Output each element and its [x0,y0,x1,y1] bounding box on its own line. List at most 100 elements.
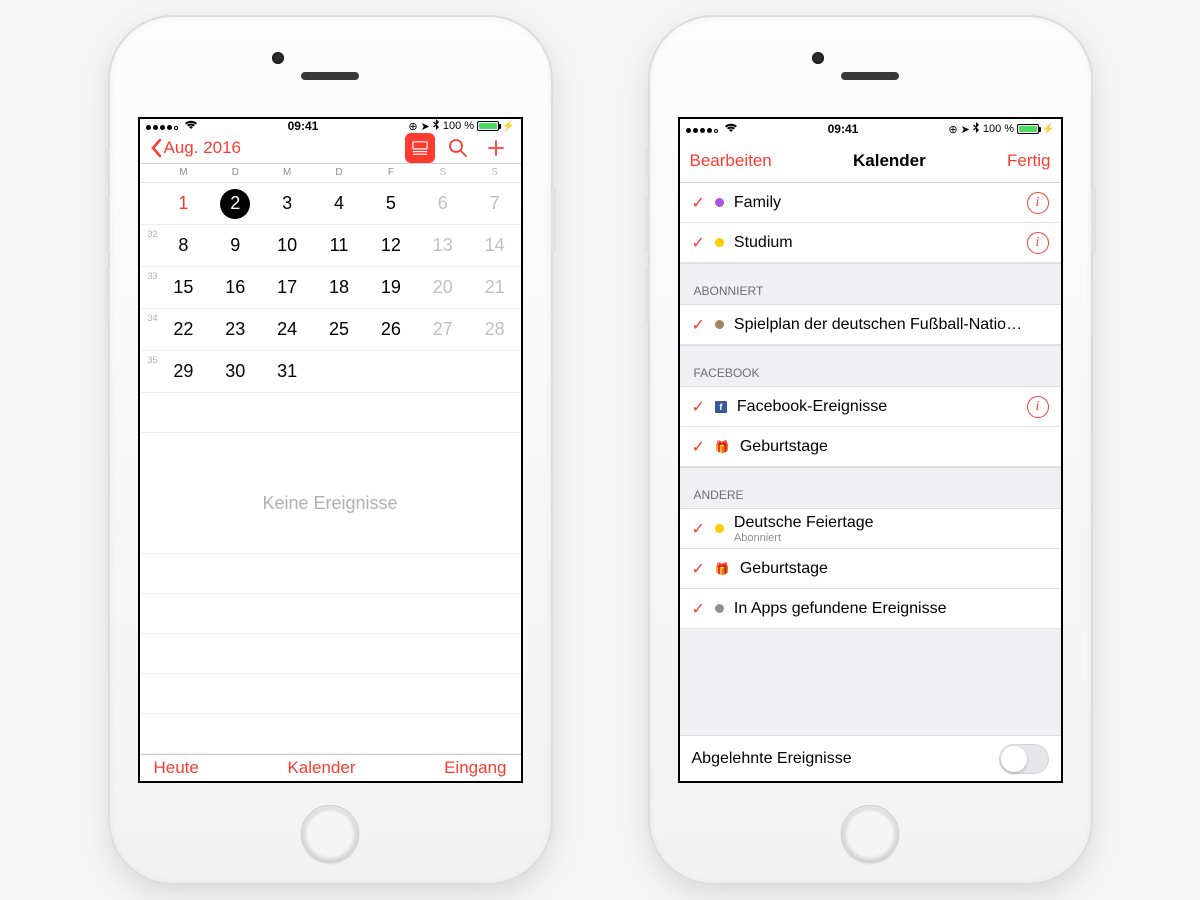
weekday-label: D [313,167,365,178]
calendar-row[interactable]: ✓In Apps gefundene Ereignisse [680,589,1061,629]
calendar-row[interactable]: ✓ Spielplan der deutschen Fußball-Natio… [680,305,1061,345]
calendar-row[interactable]: ✓fFacebook-Ereignissei [680,387,1061,427]
done-button[interactable]: Fertig [1007,151,1050,171]
phone-calendar-list: 09:41 ⊕ ➤ 100 % ⚡ Bearbeiten Kalender Fe… [648,15,1093,885]
weekday-label: M [261,167,313,178]
day-cell[interactable]: 5 [365,193,417,214]
calendar-row[interactable]: ✓Studiumi [680,223,1061,263]
calendar-name: Family [734,194,1017,212]
day-cell[interactable]: 16 [209,277,261,298]
calendar-color-dot [715,524,724,533]
day-cell[interactable]: 3 [261,193,313,214]
weekday-label: D [209,167,261,178]
wifi-icon [724,122,738,136]
day-cell[interactable]: 23 [209,319,261,340]
weekday-label: S [469,167,521,178]
weekday-label: M [158,167,210,178]
facebook-icon: f [715,401,727,413]
week-row: 22232425262728 [140,309,521,351]
day-cell[interactable]: 7 [469,193,521,214]
view-toggle-button[interactable] [405,133,435,163]
week-number: 32 [142,229,158,239]
day-cell[interactable]: 13 [417,235,469,256]
calendar-row[interactable]: ✓Deutsche FeiertageAbonniert [680,509,1061,549]
calendar-color-dot [715,238,724,247]
status-time: 09:41 [738,122,949,136]
declined-events-label: Abgelehnte Ereignisse [692,750,852,768]
week-row: 1234567 [140,183,521,225]
navbar-calendars: Bearbeiten Kalender Fertig [680,139,1061,183]
info-button[interactable]: i [1027,192,1049,214]
day-cell[interactable]: 9 [209,235,261,256]
battery-pct: 100 % [983,123,1014,135]
calendar-color-dot [715,198,724,207]
calendar-subtitle: Abonniert [734,532,1049,544]
chevron-left-icon [150,138,162,158]
calendar-row[interactable]: ✓Familyi [680,183,1061,223]
today-button[interactable]: Heute [154,758,199,778]
calendar-name: Spielplan der deutschen Fußball-Natio… [734,316,1049,334]
day-cell[interactable]: 14 [469,235,521,256]
day-cell[interactable]: 24 [261,319,313,340]
day-cell[interactable]: 2 [209,189,261,219]
weekday-header: MDMDFSS [140,164,521,183]
bottom-toolbar: Heute Kalender Eingang [140,754,521,781]
calendars-button[interactable]: Kalender [287,758,355,778]
check-icon: ✓ [692,519,705,539]
week-row: 891011121314 [140,225,521,267]
home-button[interactable] [301,805,359,863]
events-list: Keine Ereignisse [140,393,521,754]
location-icon: ➤ [961,123,970,136]
search-icon [448,138,468,158]
orientation-lock-icon: ⊕ [408,120,417,133]
weekday-label: S [417,167,469,178]
day-cell[interactable]: 31 [261,361,313,382]
info-button[interactable]: i [1027,232,1049,254]
day-cell[interactable]: 6 [417,193,469,214]
status-time: 09:41 [198,119,409,133]
week-number: 34 [142,313,158,323]
day-cell[interactable]: 4 [313,193,365,214]
day-cell[interactable]: 20 [417,277,469,298]
day-cell[interactable]: 17 [261,277,313,298]
day-cell[interactable]: 12 [365,235,417,256]
search-button[interactable] [443,133,473,163]
week-number: 35 [142,355,158,365]
declined-events-switch[interactable] [999,744,1049,774]
day-cell[interactable]: 27 [417,319,469,340]
home-button[interactable] [841,805,899,863]
declined-events-row: Abgelehnte Ereignisse [680,735,1061,781]
back-button[interactable]: Aug. 2016 [150,138,242,158]
month-grid: 1234567328910111213143315161718192021342… [140,183,521,393]
day-cell[interactable]: 29 [158,361,210,382]
day-cell[interactable]: 15 [158,277,210,298]
day-cell[interactable]: 25 [313,319,365,340]
calendar-row[interactable]: ✓🎁Geburtstage [680,549,1061,589]
day-cell[interactable]: 19 [365,277,417,298]
week-row: 293031 [140,351,521,393]
add-event-button[interactable] [481,133,511,163]
edit-button[interactable]: Bearbeiten [690,151,772,171]
check-icon: ✓ [692,315,705,335]
list-view-icon [412,140,428,156]
calendar-row[interactable]: ✓🎁Geburtstage [680,427,1061,467]
day-cell[interactable]: 8 [158,235,210,256]
wifi-icon [184,119,198,133]
day-cell[interactable]: 28 [469,319,521,340]
charging-icon: ⚡ [1042,124,1054,135]
day-cell[interactable]: 1 [158,193,210,214]
day-cell[interactable]: 22 [158,319,210,340]
day-cell[interactable]: 10 [261,235,313,256]
day-cell[interactable]: 11 [313,235,365,256]
calendar-color-dot [715,320,724,329]
info-button[interactable]: i [1027,396,1049,418]
day-cell[interactable]: 18 [313,277,365,298]
status-bar: 09:41 ⊕ ➤ 100 % ⚡ [680,119,1061,139]
inbox-button[interactable]: Eingang [444,758,506,778]
check-icon: ✓ [692,599,705,619]
gift-icon: 🎁 [715,440,730,454]
battery-icon [1017,124,1039,134]
day-cell[interactable]: 30 [209,361,261,382]
day-cell[interactable]: 21 [469,277,521,298]
day-cell[interactable]: 26 [365,319,417,340]
